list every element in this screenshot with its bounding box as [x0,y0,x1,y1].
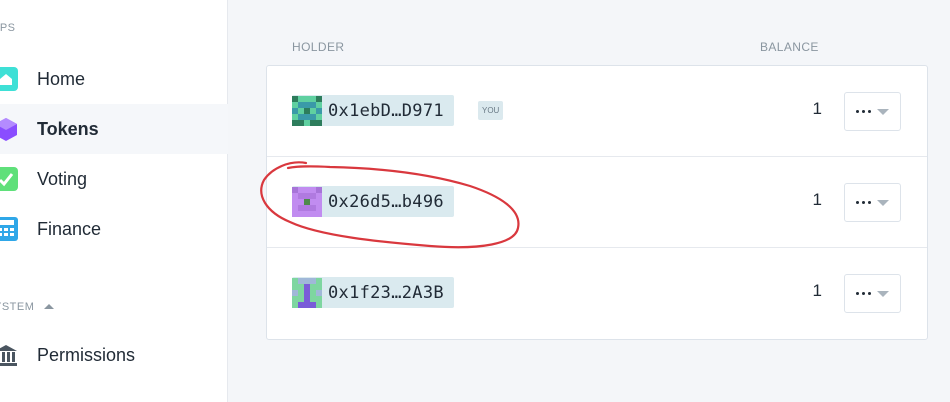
sidebar-item-label: Home [37,68,86,89]
sidebar-item-label: Finance [37,218,102,239]
balance-value: 1 [812,281,822,300]
holder-address-chip[interactable]: 0x26d5…b496 [292,186,454,217]
sidebar-item-home[interactable]: Home [0,54,228,104]
sidebar-item-label: Voting [37,168,88,189]
balance-value: 1 [812,190,822,209]
table-row: 0x26d5…b496 1 [267,157,927,248]
row-actions-button[interactable] [844,183,901,222]
identicon-icon [292,186,322,217]
row-actions-button[interactable] [844,274,901,313]
system-label-text: YSTEM [0,301,35,313]
balance-value: 1 [812,99,822,118]
holder-address: 0x1ebD…D971 [328,100,444,121]
holder-address: 0x1f23…2A3B [328,282,444,303]
apps-section-label: PPS [0,22,16,34]
tokens-icon [0,118,17,141]
chevron-down-icon [877,199,889,206]
table-row: 0x1f23…2A3B 1 [267,248,927,339]
chevron-down-icon [877,290,889,297]
permissions-icon [0,345,17,366]
holder-address-chip[interactable]: 0x1ebD…D971 [292,95,454,126]
more-icon [856,110,871,113]
home-icon [0,67,18,91]
row-actions-button[interactable] [844,92,901,131]
balance-column-header: BALANCE [760,40,819,54]
identicon-icon [292,277,322,308]
table-row: 0x1ebD…D971 YOU 1 [267,66,927,157]
more-icon [856,201,871,204]
sidebar-item-label: Tokens [37,118,99,139]
holder-column-header: HOLDER [292,40,345,54]
sidebar-item-permissions[interactable]: Permissions [0,330,228,380]
you-badge: YOU [478,101,504,120]
sidebar-item-finance[interactable]: Finance [0,204,228,254]
chevron-down-icon [877,108,889,115]
holder-address: 0x26d5…b496 [328,191,444,212]
identicon-icon [292,95,322,126]
sidebar: PPS Home Tokens Voting [0,0,228,402]
sidebar-item-voting[interactable]: Voting [0,154,228,204]
system-section-label[interactable]: YSTEM [0,301,55,313]
sidebar-item-tokens[interactable]: Tokens [0,104,228,154]
sidebar-item-label: Permissions [37,344,136,365]
holder-address-chip[interactable]: 0x1f23…2A3B [292,277,454,308]
chevron-up-icon [44,303,55,309]
more-icon [856,292,871,295]
holders-table: 0x1ebD…D971 YOU 1 0x26d5…b496 1 0x1f23…2… [266,65,928,340]
finance-icon [0,217,18,241]
voting-icon [0,167,18,191]
